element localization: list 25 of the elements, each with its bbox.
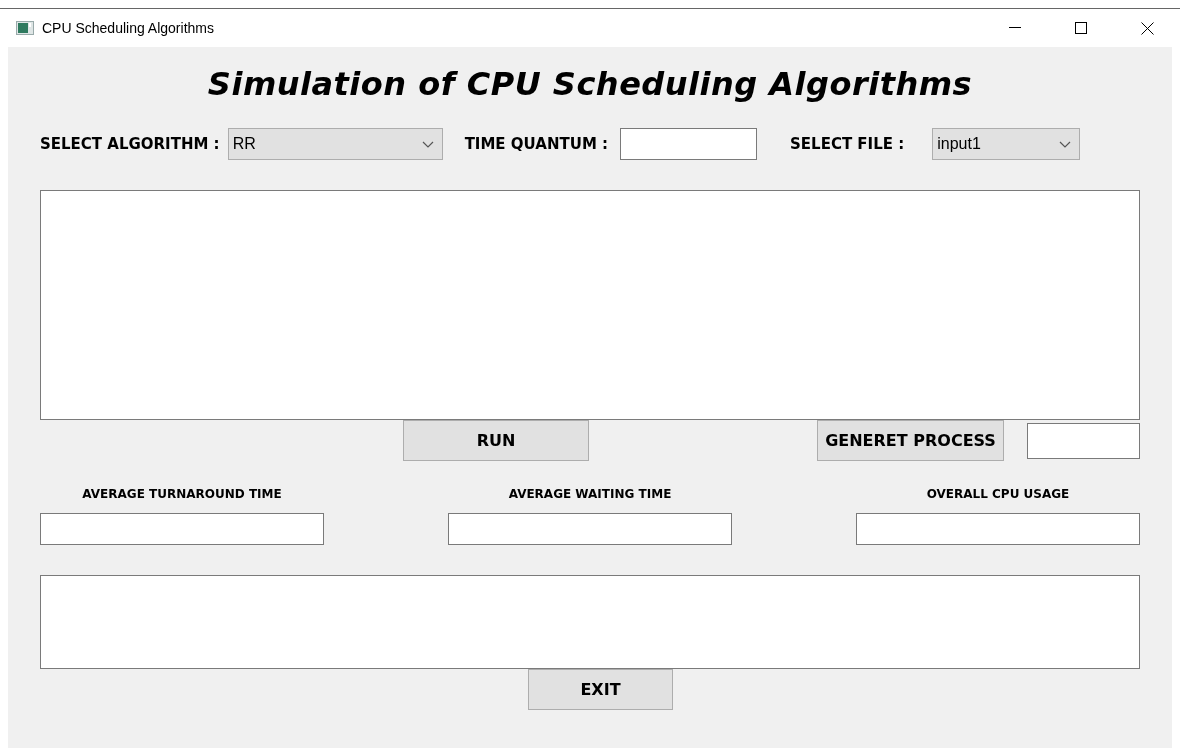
process-count-field[interactable] [1027,422,1140,459]
close-icon [1140,21,1154,35]
algorithm-dropdown[interactable]: RR [227,128,443,160]
stat-label: OVERALL CPU USAGE [926,487,1070,501]
stat-label: AVERAGE WAITING TIME [508,487,672,501]
time-quantum-field[interactable] [620,128,758,160]
results-area[interactable] [40,575,1140,669]
algorithm-label: SELECT ALGORITHM : [40,135,220,153]
stat-field[interactable] [856,513,1140,545]
exit-button[interactable]: EXIT [528,669,673,710]
app-icon [16,21,34,35]
stat-label: AVERAGE TURNAROUND TIME [82,487,282,501]
minimize-icon [1009,27,1021,29]
stat-field[interactable] [448,513,732,545]
stat-field[interactable] [40,513,324,545]
time-quantum-label: TIME QUANTUM : [464,135,609,153]
chevron-down-icon [1059,140,1072,148]
file-label: SELECT FILE : [790,135,905,153]
page-heading: Simulation of CPU Scheduling Algorithms [206,65,974,103]
generate-process-button[interactable]: GENERET PROCESS [817,420,1004,461]
file-dropdown[interactable]: input1 [932,128,1081,160]
window-title: CPU Scheduling Algorithms [42,20,214,36]
run-button[interactable]: RUN [403,420,589,461]
chevron-down-icon [421,140,434,148]
maximize-icon [1075,22,1087,34]
